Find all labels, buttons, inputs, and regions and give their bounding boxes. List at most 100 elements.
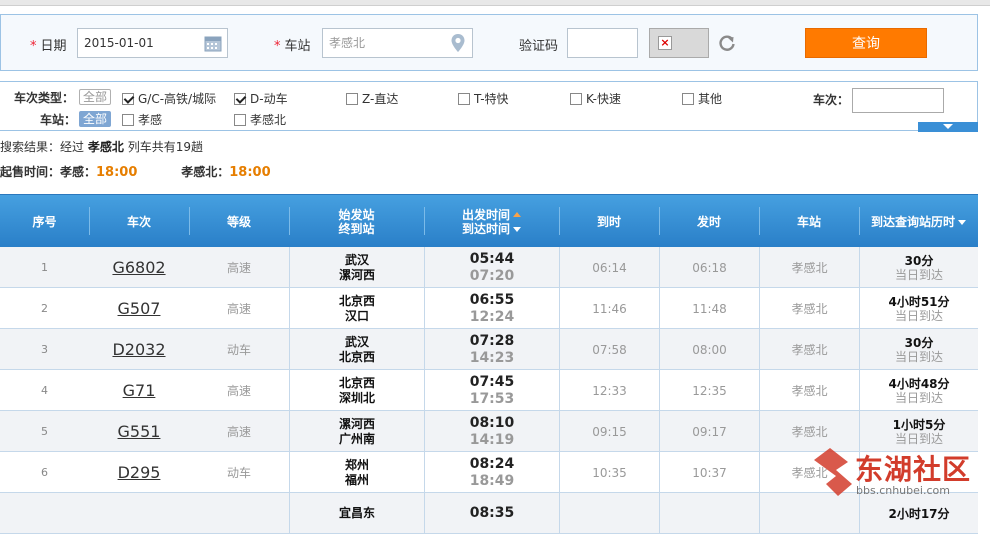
station-label: * 车站 [274, 39, 311, 54]
train-number-link[interactable]: G71 [123, 381, 156, 400]
train-type-all-toggle[interactable]: 全部 [79, 89, 112, 105]
row-arr-time: 18:49 [469, 472, 515, 489]
row-arrive: 06:14 [592, 260, 627, 275]
search-panel: * 日期 2015-01-01 * 车站 孝感北 验证码 × 查询 [0, 14, 978, 71]
cell-dep-arr: 07:45 17:53 [424, 370, 559, 411]
station-all-toggle[interactable]: 全部 [79, 111, 112, 127]
checkbox-box[interactable] [122, 93, 134, 105]
calendar-icon[interactable] [204, 34, 222, 52]
row-seq: 4 [41, 384, 48, 397]
row-arr-time: 14:19 [469, 431, 515, 448]
captcha-input[interactable] [567, 28, 638, 58]
captcha-image[interactable]: × [649, 28, 709, 58]
row-from: 武汉 [344, 334, 369, 349]
cell-grade: 动车 [189, 329, 289, 370]
cell-from-to: 漯河西 广州南 [289, 411, 424, 452]
cell-depart: 09:17 [659, 411, 759, 452]
cell-arrive [559, 493, 659, 534]
checkbox-other[interactable]: 其他 [682, 90, 722, 107]
checkbox-box[interactable] [570, 93, 582, 105]
train-number-link[interactable]: G507 [118, 299, 161, 318]
table-row[interactable]: 1 G6802 高速 武汉 漯河西 05:44 07:20 06:14 06:18 孝感北 30分当… [0, 247, 978, 288]
table-row[interactable]: 4 G71 高速 北京西 深圳北 07:45 17:53 12:33 12:35 孝感北 4小时48… [0, 370, 978, 411]
station-field[interactable]: 孝感北 [322, 28, 473, 58]
row-seq: 3 [41, 343, 48, 356]
checkbox-box[interactable] [346, 93, 358, 105]
cell-from-to: 武汉 北京西 [289, 329, 424, 370]
checkbox-box[interactable] [234, 114, 246, 126]
expand-filters-toggle[interactable] [918, 122, 978, 132]
cell-duration: 4小时51分 当日到达 [859, 288, 978, 329]
row-grade: 高速 [226, 384, 251, 398]
row-station: 孝感北 [791, 425, 828, 439]
header-duration-sort[interactable]: 到达查询站历时 [859, 195, 978, 248]
table-row[interactable]: 3 D2032 动车 武汉 北京西 07:28 14:23 07:58 08:00 孝感北 30分当… [0, 329, 978, 370]
watermark-brand: 东湖社区 [855, 453, 972, 486]
train-number-link[interactable]: D2032 [112, 340, 165, 359]
checkbox-box[interactable] [458, 93, 470, 105]
query-button[interactable]: 查询 [805, 28, 927, 58]
row-dep-time: 05:44 [469, 250, 515, 267]
cell-seq: 2 [0, 288, 89, 329]
row-seq: 1 [41, 261, 48, 274]
row-dep-time: 06:55 [469, 291, 515, 308]
row-arrival-status: 当日到达 [894, 390, 943, 405]
sort-desc-icon [958, 219, 966, 225]
cell-from-to: 宜昌东 [289, 493, 424, 534]
row-arrival-status: 当日到达 [894, 267, 943, 282]
row-dep-time: 08:24 [469, 455, 515, 472]
cell-grade: 高速 [189, 370, 289, 411]
row-arrive: 10:35 [592, 465, 627, 480]
row-to: 广州南 [338, 431, 375, 446]
row-from: 武汉 [344, 252, 369, 267]
checkbox-k-fast[interactable]: K-快速 [570, 90, 621, 107]
header-train: 车次 [89, 195, 189, 248]
header-station: 车站 [759, 195, 859, 248]
train-number-link[interactable]: G551 [118, 422, 161, 441]
cell-dep-arr: 06:55 12:24 [424, 288, 559, 329]
checkbox-box[interactable] [234, 93, 246, 105]
checkbox-station-xiaogan[interactable]: 孝感 [122, 111, 162, 128]
train-number-input[interactable] [852, 88, 944, 113]
checkbox-z-direct[interactable]: Z-直达 [346, 90, 398, 107]
row-station: 孝感北 [791, 261, 828, 275]
station-filter-label: 车站： [40, 113, 77, 127]
checkbox-box[interactable] [122, 114, 134, 126]
cell-train: G71 [89, 370, 189, 411]
cell-arrive: 07:58 [559, 329, 659, 370]
row-depart: 08:00 [692, 342, 727, 357]
row-station: 孝感北 [791, 302, 828, 316]
header-seq: 序号 [32, 214, 57, 229]
cell-depart: 06:18 [659, 247, 759, 288]
train-number-link[interactable]: G6802 [112, 258, 165, 277]
row-from: 北京西 [338, 375, 375, 390]
header-from-to: 始发站 终到站 [289, 195, 424, 248]
cell-grade: 动车 [189, 452, 289, 493]
search-result-summary: 搜索结果：经过 孝感北 列车共有19趟 [0, 140, 203, 154]
table-row[interactable]: 2 G507 高速 北京西 汉口 06:55 12:24 11:46 11:48 孝感北 4小时51… [0, 288, 978, 329]
row-from: 北京西 [338, 293, 375, 308]
row-to: 漯河西 [338, 267, 375, 282]
broken-image-icon: × [658, 36, 672, 50]
cell-arrive: 09:15 [559, 411, 659, 452]
checkbox-box[interactable] [682, 93, 694, 105]
checkbox-t-express[interactable]: T-特快 [458, 90, 509, 107]
date-field[interactable]: 2015-01-01 [77, 28, 228, 58]
cell-station: 孝感北 [759, 370, 859, 411]
cell-dep-arr: 05:44 07:20 [424, 247, 559, 288]
row-duration: 1小时5分 [892, 417, 946, 432]
cell-depart: 10:37 [659, 452, 759, 493]
checkbox-d-emu[interactable]: D-动车 [234, 90, 288, 107]
row-arr-time: 12:24 [469, 308, 515, 325]
header-dep-arr-sort[interactable]: 出发时间 到达时间 [424, 195, 559, 248]
checkbox-gc-highspeed[interactable]: G/C-高铁/城际 [122, 90, 216, 107]
row-arrive: 09:15 [592, 424, 627, 439]
checkbox-station-xiaoganbei[interactable]: 孝感北 [234, 111, 286, 128]
row-duration: 30分 [904, 253, 934, 268]
cell-station: 孝感北 [759, 329, 859, 370]
refresh-icon[interactable] [717, 33, 737, 53]
train-number-link[interactable]: D295 [118, 463, 161, 482]
cell-seq: 6 [0, 452, 89, 493]
row-arrival-status: 当日到达 [894, 308, 943, 323]
row-seq: 6 [41, 466, 48, 479]
